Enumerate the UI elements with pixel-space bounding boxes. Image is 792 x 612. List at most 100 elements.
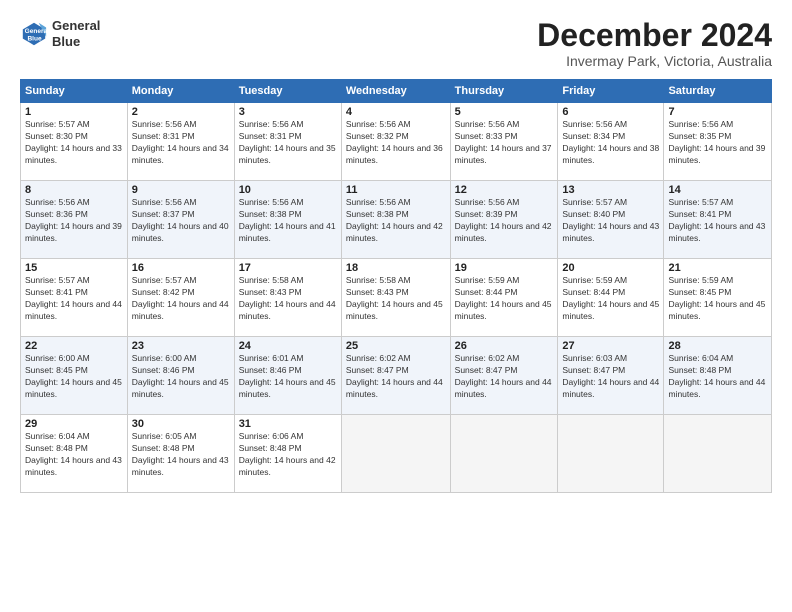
calendar-row-3: 15Sunrise: 5:57 AMSunset: 8:41 PMDayligh… <box>21 259 772 337</box>
day-detail: Sunrise: 6:01 AMSunset: 8:46 PMDaylight:… <box>239 353 337 401</box>
calendar-cell: 6Sunrise: 5:56 AMSunset: 8:34 PMDaylight… <box>558 103 664 181</box>
calendar-cell: 23Sunrise: 6:00 AMSunset: 8:46 PMDayligh… <box>127 337 234 415</box>
day-detail: Sunrise: 6:02 AMSunset: 8:47 PMDaylight:… <box>455 353 554 401</box>
calendar-cell: 14Sunrise: 5:57 AMSunset: 8:41 PMDayligh… <box>664 181 772 259</box>
calendar-cell: 3Sunrise: 5:56 AMSunset: 8:31 PMDaylight… <box>234 103 341 181</box>
day-number: 26 <box>455 340 554 352</box>
calendar-cell: 30Sunrise: 6:05 AMSunset: 8:48 PMDayligh… <box>127 415 234 493</box>
day-number: 4 <box>346 106 446 118</box>
calendar-cell <box>341 415 450 493</box>
day-detail: Sunrise: 5:56 AMSunset: 8:34 PMDaylight:… <box>562 119 659 167</box>
day-detail: Sunrise: 6:04 AMSunset: 8:48 PMDaylight:… <box>668 353 767 401</box>
col-tuesday: Tuesday <box>234 80 341 103</box>
calendar-table: Sunday Monday Tuesday Wednesday Thursday… <box>20 79 772 493</box>
day-detail: Sunrise: 5:56 AMSunset: 8:38 PMDaylight:… <box>239 197 337 245</box>
day-detail: Sunrise: 6:00 AMSunset: 8:45 PMDaylight:… <box>25 353 123 401</box>
day-number: 25 <box>346 340 446 352</box>
day-number: 3 <box>239 106 337 118</box>
col-wednesday: Wednesday <box>341 80 450 103</box>
page: General Blue General Blue December 2024 … <box>0 0 792 503</box>
day-number: 31 <box>239 418 337 430</box>
day-detail: Sunrise: 6:02 AMSunset: 8:47 PMDaylight:… <box>346 353 446 401</box>
calendar-cell <box>450 415 558 493</box>
logo: General Blue General Blue <box>20 18 100 49</box>
calendar-cell: 29Sunrise: 6:04 AMSunset: 8:48 PMDayligh… <box>21 415 128 493</box>
day-detail: Sunrise: 6:04 AMSunset: 8:48 PMDaylight:… <box>25 431 123 479</box>
day-number: 20 <box>562 262 659 274</box>
day-number: 30 <box>132 418 230 430</box>
calendar-cell: 4Sunrise: 5:56 AMSunset: 8:32 PMDaylight… <box>341 103 450 181</box>
day-number: 19 <box>455 262 554 274</box>
svg-text:General: General <box>25 28 48 35</box>
calendar-row-2: 8Sunrise: 5:56 AMSunset: 8:36 PMDaylight… <box>21 181 772 259</box>
location-subtitle: Invermay Park, Victoria, Australia <box>537 53 772 69</box>
day-detail: Sunrise: 5:56 AMSunset: 8:31 PMDaylight:… <box>239 119 337 167</box>
day-detail: Sunrise: 5:57 AMSunset: 8:41 PMDaylight:… <box>25 275 123 323</box>
logo-text-line2: Blue <box>52 34 100 50</box>
day-number: 23 <box>132 340 230 352</box>
calendar-cell: 31Sunrise: 6:06 AMSunset: 8:48 PMDayligh… <box>234 415 341 493</box>
day-detail: Sunrise: 5:57 AMSunset: 8:41 PMDaylight:… <box>668 197 767 245</box>
calendar-row-4: 22Sunrise: 6:00 AMSunset: 8:45 PMDayligh… <box>21 337 772 415</box>
day-number: 5 <box>455 106 554 118</box>
day-number: 15 <box>25 262 123 274</box>
calendar-row-1: 1Sunrise: 5:57 AMSunset: 8:30 PMDaylight… <box>21 103 772 181</box>
calendar-cell: 8Sunrise: 5:56 AMSunset: 8:36 PMDaylight… <box>21 181 128 259</box>
day-number: 28 <box>668 340 767 352</box>
calendar-cell <box>558 415 664 493</box>
day-detail: Sunrise: 5:56 AMSunset: 8:37 PMDaylight:… <box>132 197 230 245</box>
day-number: 17 <box>239 262 337 274</box>
calendar-cell: 20Sunrise: 5:59 AMSunset: 8:44 PMDayligh… <box>558 259 664 337</box>
day-detail: Sunrise: 5:56 AMSunset: 8:31 PMDaylight:… <box>132 119 230 167</box>
calendar-cell: 16Sunrise: 5:57 AMSunset: 8:42 PMDayligh… <box>127 259 234 337</box>
day-detail: Sunrise: 6:05 AMSunset: 8:48 PMDaylight:… <box>132 431 230 479</box>
day-detail: Sunrise: 5:56 AMSunset: 8:35 PMDaylight:… <box>668 119 767 167</box>
day-number: 24 <box>239 340 337 352</box>
calendar-cell: 15Sunrise: 5:57 AMSunset: 8:41 PMDayligh… <box>21 259 128 337</box>
calendar-cell: 21Sunrise: 5:59 AMSunset: 8:45 PMDayligh… <box>664 259 772 337</box>
day-number: 21 <box>668 262 767 274</box>
month-title: December 2024 <box>537 18 772 53</box>
day-number: 9 <box>132 184 230 196</box>
day-detail: Sunrise: 5:59 AMSunset: 8:44 PMDaylight:… <box>562 275 659 323</box>
day-detail: Sunrise: 5:57 AMSunset: 8:42 PMDaylight:… <box>132 275 230 323</box>
day-detail: Sunrise: 5:57 AMSunset: 8:40 PMDaylight:… <box>562 197 659 245</box>
calendar-cell <box>664 415 772 493</box>
calendar-cell: 7Sunrise: 5:56 AMSunset: 8:35 PMDaylight… <box>664 103 772 181</box>
day-number: 16 <box>132 262 230 274</box>
logo-text-line1: General <box>52 18 100 34</box>
day-number: 10 <box>239 184 337 196</box>
day-number: 6 <box>562 106 659 118</box>
day-number: 18 <box>346 262 446 274</box>
day-detail: Sunrise: 5:59 AMSunset: 8:45 PMDaylight:… <box>668 275 767 323</box>
calendar-cell: 10Sunrise: 5:56 AMSunset: 8:38 PMDayligh… <box>234 181 341 259</box>
day-number: 1 <box>25 106 123 118</box>
col-monday: Monday <box>127 80 234 103</box>
calendar-cell: 26Sunrise: 6:02 AMSunset: 8:47 PMDayligh… <box>450 337 558 415</box>
day-detail: Sunrise: 5:56 AMSunset: 8:36 PMDaylight:… <box>25 197 123 245</box>
calendar-cell: 28Sunrise: 6:04 AMSunset: 8:48 PMDayligh… <box>664 337 772 415</box>
col-friday: Friday <box>558 80 664 103</box>
day-number: 7 <box>668 106 767 118</box>
calendar-cell: 13Sunrise: 5:57 AMSunset: 8:40 PMDayligh… <box>558 181 664 259</box>
day-number: 29 <box>25 418 123 430</box>
title-area: December 2024 Invermay Park, Victoria, A… <box>537 18 772 69</box>
calendar-cell: 17Sunrise: 5:58 AMSunset: 8:43 PMDayligh… <box>234 259 341 337</box>
calendar-cell: 5Sunrise: 5:56 AMSunset: 8:33 PMDaylight… <box>450 103 558 181</box>
day-detail: Sunrise: 5:56 AMSunset: 8:39 PMDaylight:… <box>455 197 554 245</box>
day-number: 27 <box>562 340 659 352</box>
calendar-cell: 19Sunrise: 5:59 AMSunset: 8:44 PMDayligh… <box>450 259 558 337</box>
header: General Blue General Blue December 2024 … <box>20 18 772 69</box>
col-thursday: Thursday <box>450 80 558 103</box>
calendar-cell: 27Sunrise: 6:03 AMSunset: 8:47 PMDayligh… <box>558 337 664 415</box>
day-number: 13 <box>562 184 659 196</box>
calendar-cell: 25Sunrise: 6:02 AMSunset: 8:47 PMDayligh… <box>341 337 450 415</box>
day-detail: Sunrise: 6:06 AMSunset: 8:48 PMDaylight:… <box>239 431 337 479</box>
day-number: 8 <box>25 184 123 196</box>
logo-icon: General Blue <box>20 20 48 48</box>
day-number: 14 <box>668 184 767 196</box>
day-detail: Sunrise: 5:56 AMSunset: 8:33 PMDaylight:… <box>455 119 554 167</box>
day-number: 12 <box>455 184 554 196</box>
day-detail: Sunrise: 5:58 AMSunset: 8:43 PMDaylight:… <box>346 275 446 323</box>
day-detail: Sunrise: 5:59 AMSunset: 8:44 PMDaylight:… <box>455 275 554 323</box>
